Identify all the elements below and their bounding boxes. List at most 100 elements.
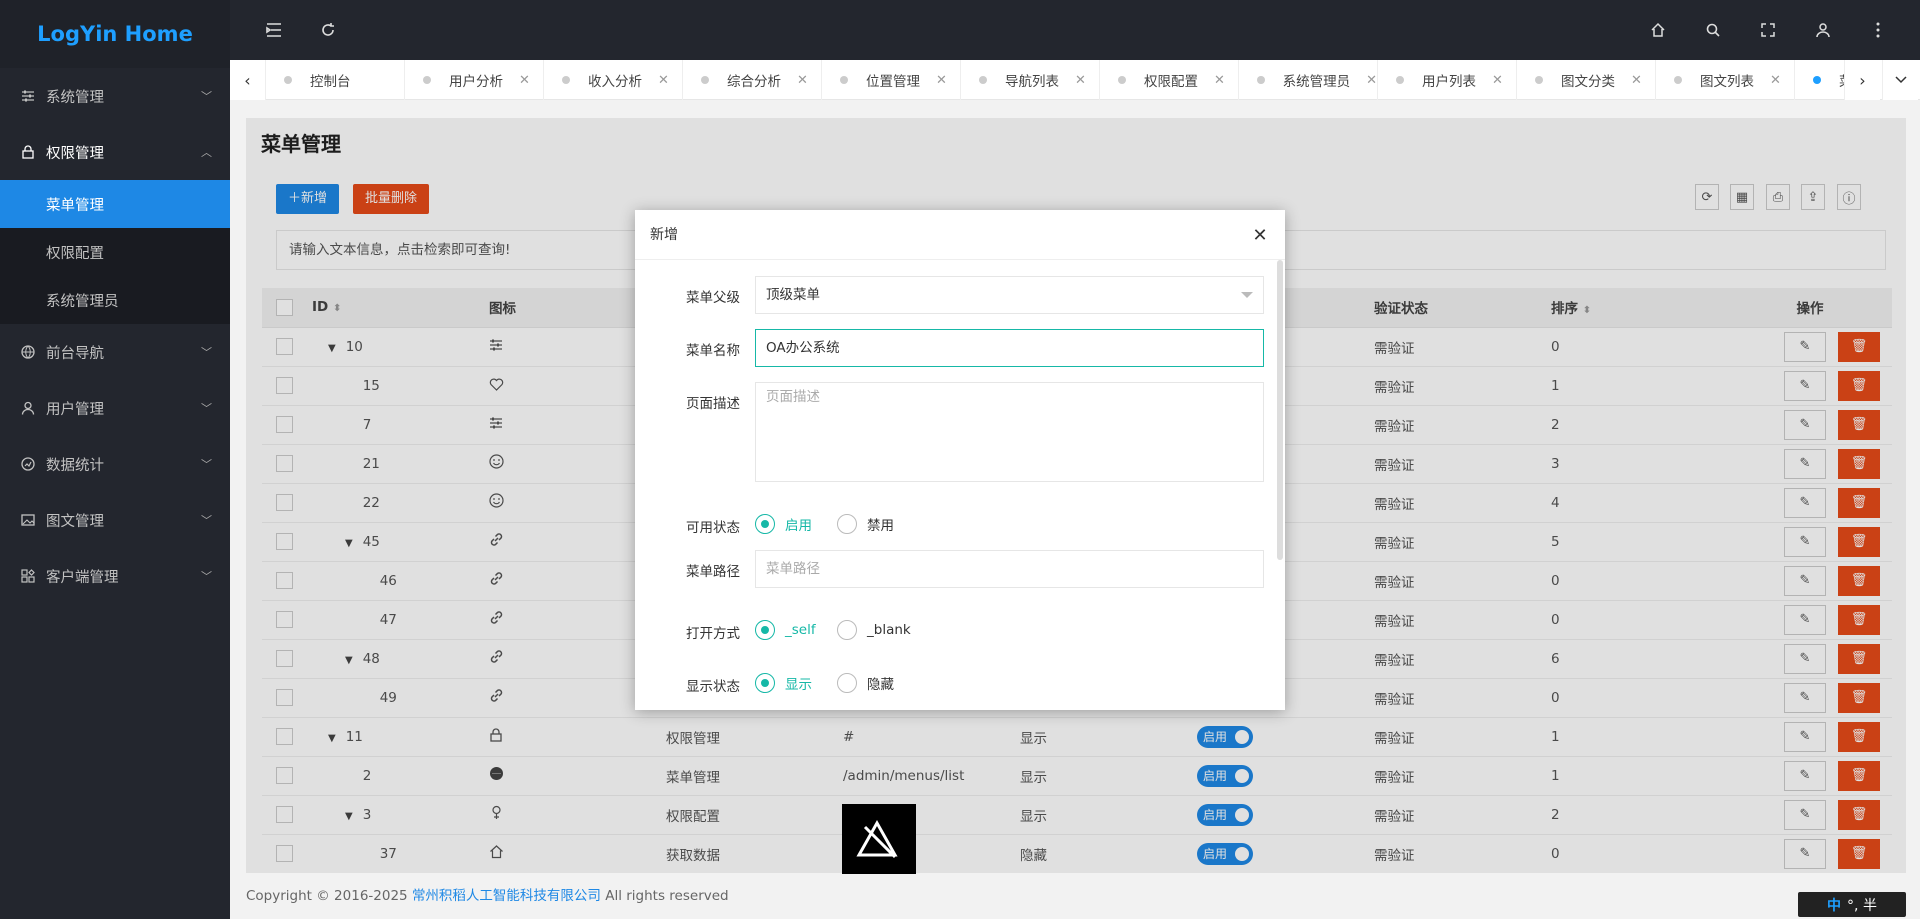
chevron-up-icon: ︿ <box>201 146 212 159</box>
menu-path-input[interactable]: 菜单路径 <box>755 550 1264 588</box>
show-visible-radio[interactable]: 显示 <box>755 673 812 693</box>
tab-close-icon[interactable]: ✕ <box>1366 73 1377 88</box>
chevron-down-icon: ﹀ <box>201 570 212 583</box>
app-root: LogYin Home 系统管理 ﹀ 权限管理 ︿ 菜单管理 权限配置 系统管理员 前台导航 ﹀… <box>0 0 1920 919</box>
floating-logo-icon[interactable] <box>842 804 916 874</box>
company-link[interactable]: 常州积稻人工智能科技有限公司 <box>412 888 601 904</box>
sidebar-item-1[interactable]: 权限管理 ︿ <box>0 124 230 180</box>
radio-checked-icon <box>755 620 775 640</box>
tab-close-icon[interactable]: ✕ <box>1214 73 1225 88</box>
chevron-down-icon: ﹀ <box>201 402 212 415</box>
show-hidden-radio[interactable]: 隐藏 <box>837 673 894 693</box>
tab-5[interactable]: 导航列表 ✕ <box>961 60 1100 100</box>
sidebar-subitem-1[interactable]: 权限配置 <box>0 228 230 276</box>
dialog-title: 新增 <box>635 210 1285 260</box>
close-icon[interactable]: ✕ <box>1249 224 1271 246</box>
sidebar-item-label: 系统管理 <box>46 89 104 106</box>
tab-close-icon[interactable]: ✕ <box>797 73 808 88</box>
tab-7[interactable]: 系统管理员 ✕ <box>1239 60 1378 100</box>
sidebar-group: 权限管理 ︿ 菜单管理 权限配置 系统管理员 <box>0 124 230 324</box>
tab-6[interactable]: 权限配置 ✕ <box>1100 60 1239 100</box>
tab-scroll-right-icon[interactable]: › <box>1844 60 1880 100</box>
tab-close-icon[interactable]: ✕ <box>936 73 947 88</box>
status-enabled-radio[interactable]: 启用 <box>755 514 812 534</box>
sidebar-group: 系统管理 ﹀ <box>0 68 230 124</box>
tab-label: 控制台 <box>310 74 351 90</box>
tab-label: 导航列表 <box>1005 74 1059 90</box>
search-icon[interactable] <box>1701 18 1725 42</box>
sidebar-item-label: 图文管理 <box>46 513 104 530</box>
tab-2[interactable]: 收入分析 ✕ <box>544 60 683 100</box>
footer: Copyright © 2016-2025 常州积稻人工智能科技有限公司 All… <box>230 873 1920 919</box>
tab-0[interactable]: 控制台 <box>266 60 405 100</box>
refresh-icon[interactable] <box>316 18 340 42</box>
open-blank-radio[interactable]: _blank <box>837 620 911 640</box>
tab-9[interactable]: 图文分类 ✕ <box>1517 60 1656 100</box>
more-vertical-icon[interactable] <box>1866 18 1890 42</box>
tab-label: 用户列表 <box>1422 74 1476 90</box>
fullscreen-icon[interactable] <box>1756 18 1780 42</box>
status-label: 可用状态 <box>686 520 740 536</box>
tab-close-icon[interactable]: ✕ <box>1631 73 1642 88</box>
tab-label: 图文列表 <box>1700 74 1754 90</box>
user-icon[interactable] <box>1811 18 1835 42</box>
tab-dot-icon <box>840 76 848 84</box>
tab-10[interactable]: 图文列表 ✕ <box>1656 60 1795 100</box>
tab-label: 图文分类 <box>1561 74 1615 90</box>
tab-1[interactable]: 用户分析 ✕ <box>405 60 544 100</box>
tab-dot-icon <box>1396 76 1404 84</box>
open-self-radio[interactable]: _self <box>755 620 816 640</box>
sidebar-item-0[interactable]: 系统管理 ﹀ <box>0 68 230 124</box>
sidebar-subitem-0[interactable]: 菜单管理 <box>0 180 230 228</box>
tab-label: 综合分析 <box>727 74 781 90</box>
tab-close-icon[interactable]: ✕ <box>658 73 669 88</box>
tab-label: 位置管理 <box>866 74 920 90</box>
globe-icon <box>20 344 36 360</box>
apps-icon <box>20 568 36 584</box>
image-icon <box>20 512 36 528</box>
menu-toggle-icon[interactable] <box>262 18 286 42</box>
home-icon[interactable] <box>1646 18 1670 42</box>
chevron-down-icon: ﹀ <box>201 346 212 359</box>
dialog-scrollbar[interactable] <box>1277 260 1283 560</box>
tab-dot-icon <box>284 76 292 84</box>
sidebar-item-4[interactable]: 数据统计 ﹀ <box>0 436 230 492</box>
tab-scroll-left-icon[interactable]: ‹ <box>230 60 266 100</box>
sidebar-group: 数据统计 ﹀ <box>0 436 230 492</box>
tab-dot-icon <box>1813 76 1821 84</box>
sidebar-item-6[interactable]: 客户端管理 ﹀ <box>0 548 230 604</box>
tab-dropdown-icon[interactable] <box>1882 60 1918 100</box>
sidebar-subitem-2[interactable]: 系统管理员 <box>0 276 230 324</box>
chevron-down-icon <box>1241 292 1253 298</box>
description-textarea[interactable]: 页面描述 <box>755 382 1264 482</box>
status-disabled-radio[interactable]: 禁用 <box>837 514 894 534</box>
logo[interactable]: LogYin Home <box>0 0 230 68</box>
tab-4[interactable]: 位置管理 ✕ <box>822 60 961 100</box>
sidebar-item-3[interactable]: 用户管理 ﹀ <box>0 380 230 436</box>
ime-indicator[interactable]: 中 °, 半 <box>1798 892 1906 917</box>
menu-name-input[interactable]: OA办公系统 <box>755 329 1264 367</box>
sidebar-item-2[interactable]: 前台导航 ﹀ <box>0 324 230 380</box>
lock-icon <box>20 144 36 160</box>
parent-select[interactable]: 顶级菜单 <box>755 276 1264 314</box>
tab-close-icon[interactable]: ✕ <box>1075 73 1086 88</box>
tab-close-icon[interactable]: ✕ <box>519 73 530 88</box>
sidebar-item-5[interactable]: 图文管理 ﹀ <box>0 492 230 548</box>
sidebar-item-label: 权限管理 <box>46 145 104 162</box>
tab-dot-icon <box>701 76 709 84</box>
sidebar-item-label: 前台导航 <box>46 345 104 362</box>
tab-3[interactable]: 综合分析 ✕ <box>683 60 822 100</box>
show-label: 显示状态 <box>686 679 740 695</box>
sidebar-item-label: 数据统计 <box>46 457 104 474</box>
sliders-icon <box>20 88 36 104</box>
tab-label: 系统管理员 <box>1282 74 1351 90</box>
radio-checked-icon <box>755 514 775 534</box>
tab-close-icon[interactable]: ✕ <box>1492 73 1503 88</box>
add-menu-dialog: 新增 ✕ 菜单父级 顶级菜单 菜单名称 OA办公系统 页面描述 页面描述 可用状… <box>635 210 1285 710</box>
tab-8[interactable]: 用户列表 ✕ <box>1378 60 1517 100</box>
radio-checked-icon <box>755 673 775 693</box>
radio-unchecked-icon <box>837 620 857 640</box>
parent-label: 菜单父级 <box>686 290 740 306</box>
tab-close-icon[interactable]: ✕ <box>1770 73 1781 88</box>
tab-dot-icon <box>1118 76 1126 84</box>
